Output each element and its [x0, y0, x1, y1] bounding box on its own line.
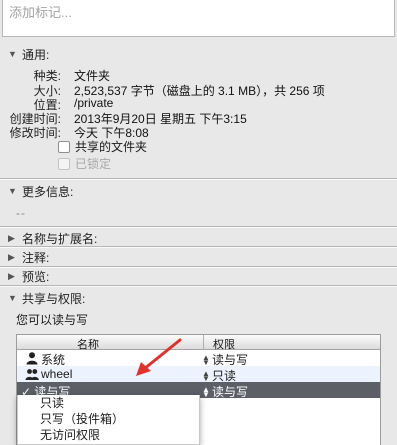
tags-input[interactable] [9, 5, 388, 20]
disclosure-expanded-icon[interactable]: ▼ [8, 186, 18, 196]
table-header: 名称 权限 [17, 335, 380, 351]
disclosure-expanded-icon[interactable]: ▼ [8, 49, 18, 59]
info-row-location: 位置: /private [0, 96, 397, 112]
annotation-arrow-icon [136, 338, 182, 376]
privilege-dropdown-menu[interactable]: 只读 只写（投件箱） 无访问权限 [17, 395, 200, 445]
privilege-popup[interactable]: ▲ ▼ 读与写 [202, 383, 248, 400]
section-comments-header[interactable]: ▶ 注释: [0, 247, 397, 267]
section-more-info-title: 更多信息: [22, 184, 74, 199]
menu-item-write-only[interactable]: 只写（投件箱） [18, 411, 199, 427]
disclosure-collapsed-icon[interactable]: ▶ [8, 252, 18, 263]
shared-folder-label: 共享的文件夹 [75, 140, 148, 154]
menu-item-no-access[interactable]: 无访问权限 [18, 427, 199, 443]
section-name-ext-title: 名称与扩展名: [22, 231, 98, 246]
info-key: 修改时间: [9, 126, 61, 140]
tags-field[interactable] [2, 0, 395, 37]
locked-label: 已锁定 [75, 157, 112, 171]
shared-folder-checkbox[interactable]: 共享的文件夹 [58, 139, 147, 154]
section-comments-title: 注释: [22, 250, 50, 265]
section-general-title: 通用: [22, 47, 50, 62]
table-row[interactable]: 系统 ▲ ▼ 读与写 [17, 350, 380, 367]
info-row-created: 创建时间: 2013年9月20日 星期五 下午3:15 [0, 110, 397, 126]
section-preview-header[interactable]: ▶ 预览: [0, 266, 397, 286]
group-icon [25, 369, 39, 380]
info-row-modified: 修改时间: 今天 下午8:08 [0, 124, 397, 140]
info-value: /private [74, 96, 114, 110]
disclosure-collapsed-icon[interactable]: ▶ [8, 233, 18, 244]
info-row-size: 大小: 2,523,537 字节（磁盘上的 3.1 MB），共 256 项 [0, 82, 397, 98]
section-preview-title: 预览: [22, 269, 50, 284]
checkbox-box [58, 157, 70, 170]
info-row-kind: 种类: 文件夹 [0, 67, 397, 83]
locked-checkbox: 已锁定 [58, 156, 111, 171]
table-row[interactable]: wheel ▲ ▼ 只读 [17, 366, 380, 383]
divider [0, 286, 397, 287]
user-icon [26, 352, 38, 365]
sharing-status: 您可以读与写 [16, 313, 89, 327]
section-name-ext-header[interactable]: ▶ 名称与扩展名: [0, 228, 397, 248]
checkbox-box[interactable] [58, 140, 70, 153]
section-general-header[interactable]: ▼ 通用: [0, 44, 397, 64]
privilege-value: 读与写 [212, 385, 249, 399]
row-name: wheel [41, 367, 73, 381]
more-info-placeholder: -- [16, 206, 26, 220]
section-sharing-title: 共享与权限: [22, 291, 86, 306]
menu-item-read-only[interactable]: 只读 [18, 395, 199, 411]
updown-arrows-icon: ▲ ▼ [202, 384, 210, 399]
updown-arrows-icon: ▲ ▼ [202, 352, 210, 367]
updown-arrows-icon: ▲ ▼ [202, 368, 210, 383]
disclosure-collapsed-icon[interactable]: ▶ [8, 271, 18, 282]
divider [0, 179, 397, 180]
section-more-info-header[interactable]: ▼ 更多信息: [0, 181, 397, 201]
disclosure-expanded-icon[interactable]: ▼ [8, 293, 18, 303]
section-sharing-header[interactable]: ▼ 共享与权限: [0, 288, 397, 308]
column-divider[interactable] [203, 335, 204, 350]
